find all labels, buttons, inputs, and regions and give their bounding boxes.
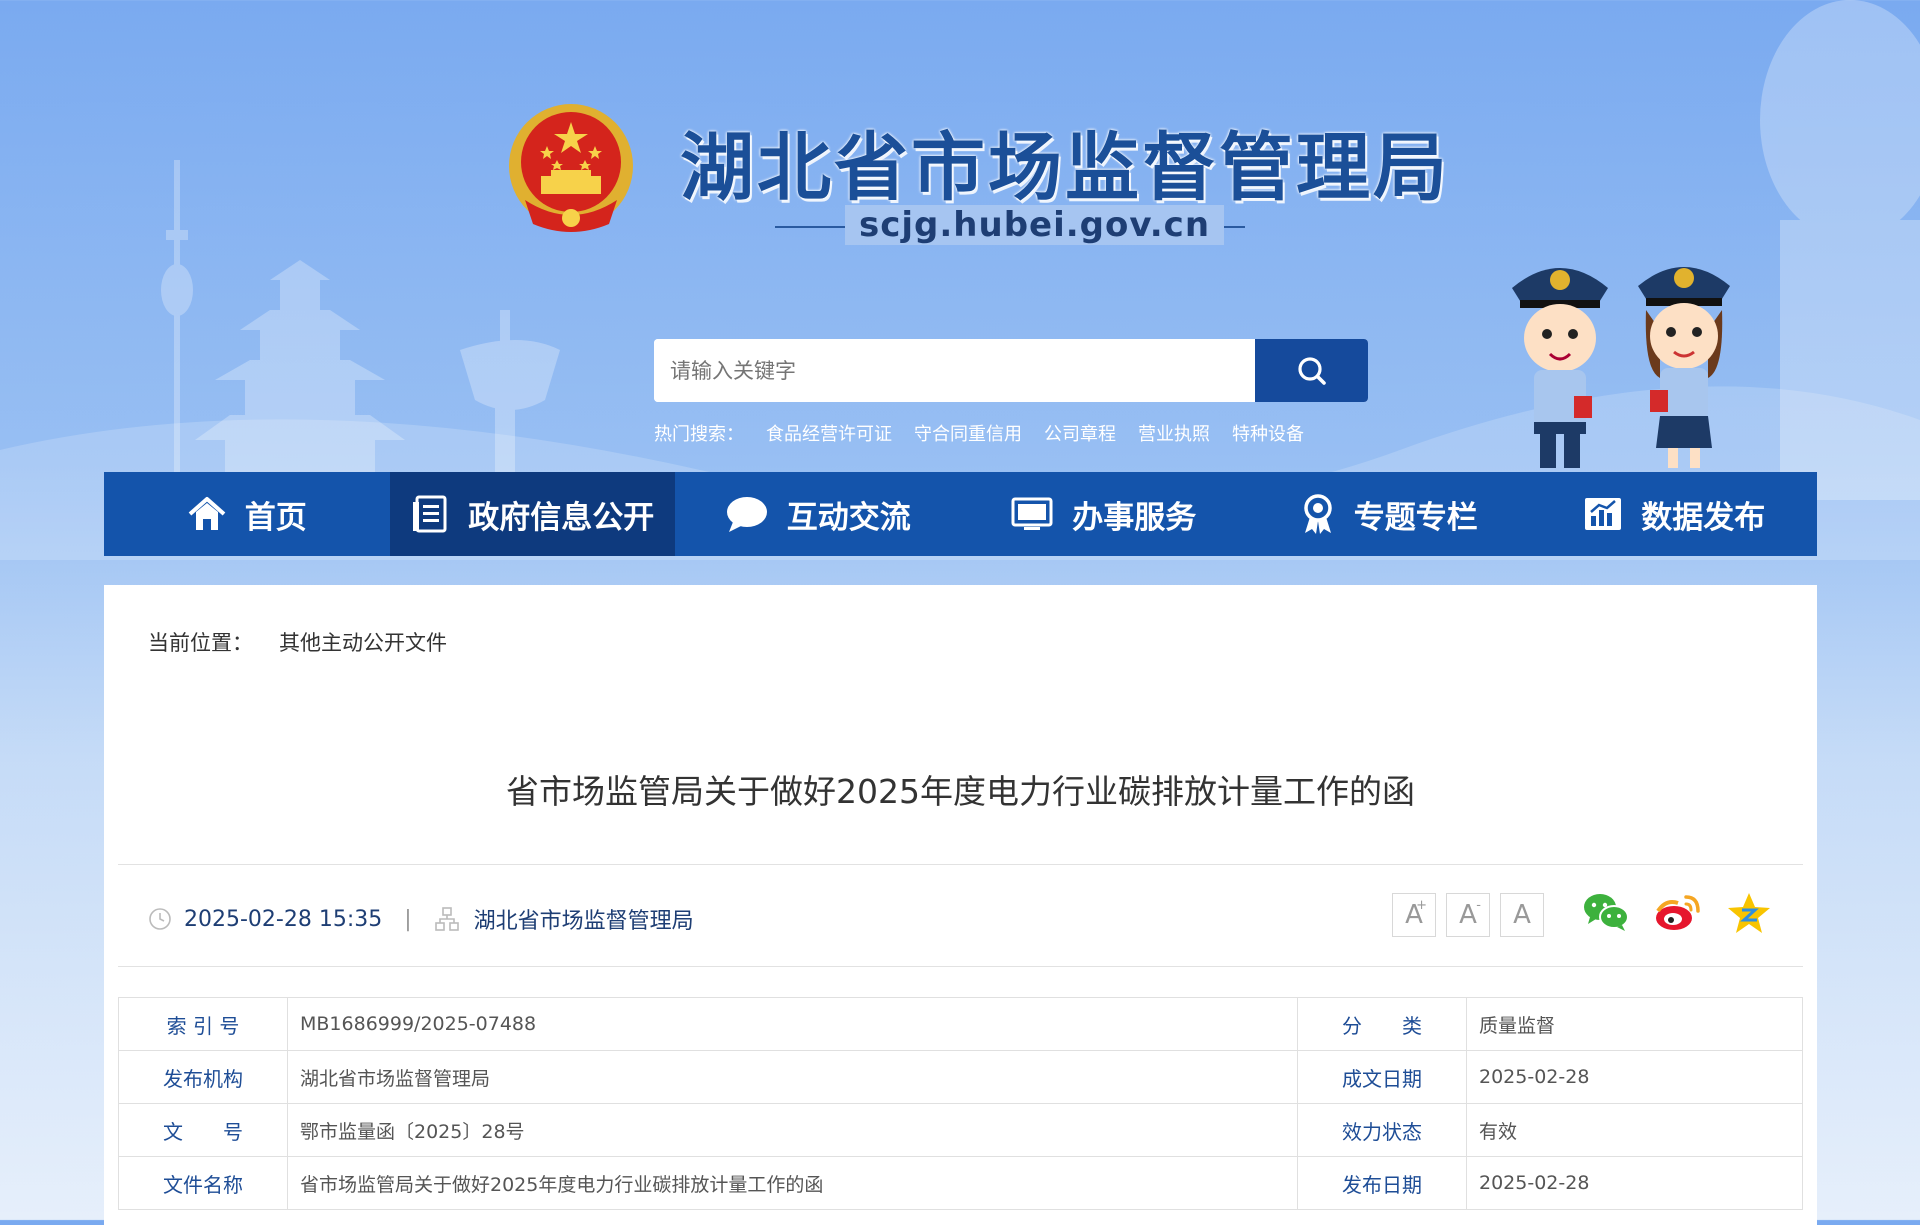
font-smaller-glyph: A: [1459, 900, 1477, 930]
font-larger-mark: +: [1416, 898, 1427, 913]
home-icon: [188, 497, 226, 530]
table-row: 文件名称 省市场监管局关于做好2025年度电力行业碳排放计量工作的函 发布日期 …: [118, 1156, 1803, 1210]
info-label: 发布机构: [118, 1050, 288, 1104]
breadcrumb: 当前位置： 其他主动公开文件: [148, 627, 447, 657]
info-value: MB1686999/2025-07488: [287, 997, 1298, 1051]
breadcrumb-label: 当前位置：: [148, 631, 253, 655]
hot-search-link[interactable]: 公司章程: [1044, 420, 1116, 446]
table-row: 文 号 鄂市监量函〔2025〕28号 效力状态 有效: [118, 1103, 1803, 1157]
award-icon: [1304, 494, 1332, 534]
search-box: [654, 339, 1368, 402]
share-tools: [1582, 891, 1772, 939]
hot-search-link[interactable]: 特种设备: [1232, 420, 1304, 446]
meta-separator: |: [404, 906, 412, 932]
main-nav: 首页 政府信息公开 互动交流 办事服务 专题专栏 数据发布: [104, 472, 1817, 556]
nav-item-label: 首页: [244, 499, 307, 536]
table-row: 索 引 号 MB1686999/2025-07488 分 类 质量监督: [118, 997, 1803, 1051]
info-value: 2025-02-28: [1466, 1156, 1803, 1210]
hot-search: 热门搜索： 食品经营许可证 守合同重信用 公司章程 营业执照 特种设备: [654, 420, 1304, 446]
nav-item-label: 政府信息公开: [468, 499, 655, 536]
hot-search-label: 热门搜索：: [654, 424, 744, 445]
weibo-icon: [1656, 895, 1700, 930]
publish-source: 湖北省市场监督管理局: [473, 909, 694, 934]
nav-item-label: 专题专栏: [1353, 499, 1478, 536]
site-domain-text: scjg.hubei.gov.cn: [845, 205, 1225, 245]
info-label: 成文日期: [1297, 1050, 1467, 1104]
info-label: 分 类: [1297, 997, 1467, 1051]
nav-item-services[interactable]: 办事服务: [961, 472, 1247, 556]
publish-date: 2025-02-28 15:35: [184, 906, 383, 932]
table-row: 发布机构 湖北省市场监督管理局 成文日期 2025-02-28: [118, 1050, 1803, 1104]
info-label: 文 号: [118, 1103, 288, 1157]
nav-item-home[interactable]: 首页: [104, 472, 390, 556]
font-reset-button[interactable]: A: [1500, 893, 1544, 937]
title-divider: [118, 864, 1803, 865]
qzone-icon: [1728, 893, 1770, 933]
mascot-officer-female: [1638, 267, 1730, 468]
nav-item-label: 互动交流: [786, 499, 911, 536]
info-value: 有效: [1466, 1103, 1803, 1157]
article-title: 省市场监管局关于做好2025年度电力行业碳排放计量工作的函: [506, 772, 1415, 811]
info-value: 2025-02-28: [1466, 1050, 1803, 1104]
font-smaller-mark: -: [1476, 898, 1481, 913]
share-wechat-button[interactable]: [1582, 891, 1630, 939]
share-qzone-button[interactable]: [1726, 891, 1772, 939]
nav-item-interaction[interactable]: 互动交流: [675, 472, 961, 556]
font-size-tools: A + A- A: [1392, 893, 1544, 937]
info-value: 湖北省市场监督管理局: [287, 1050, 1298, 1104]
font-smaller-button[interactable]: A-: [1446, 893, 1490, 937]
search-input[interactable]: [654, 339, 1255, 402]
search-icon: [1297, 356, 1326, 385]
search-button[interactable]: [1255, 339, 1368, 402]
meta-divider: [118, 966, 1803, 967]
hot-search-link[interactable]: 营业执照: [1138, 420, 1210, 446]
share-weibo-button[interactable]: [1654, 891, 1702, 939]
info-label: 索 引 号: [118, 997, 288, 1051]
monitor-icon: [1011, 497, 1053, 530]
document-icon: [413, 495, 447, 533]
info-label: 发布日期: [1297, 1156, 1467, 1210]
organization-icon: [434, 907, 459, 931]
hot-search-link[interactable]: 守合同重信用: [914, 420, 1022, 446]
info-label: 文件名称: [118, 1156, 288, 1210]
info-value: 质量监督: [1466, 997, 1803, 1051]
mascot-officer-male: [1512, 268, 1608, 468]
wechat-icon: [1584, 894, 1629, 931]
nav-item-government-info[interactable]: 政府信息公开: [389, 472, 675, 556]
nav-item-data-release[interactable]: 数据发布: [1532, 472, 1818, 556]
document-info-table: 索 引 号 MB1686999/2025-07488 分 类 质量监督 发布机构…: [118, 997, 1803, 1210]
breadcrumb-link[interactable]: 其他主动公开文件: [279, 627, 447, 657]
chat-bubble-icon: [726, 497, 767, 532]
article-meta: 2025-02-28 15:35 | 湖北省市场监督管理局: [148, 903, 694, 935]
info-label: 效力状态: [1297, 1103, 1467, 1157]
site-title: 湖北省市场监督管理局: [680, 125, 1450, 211]
font-reset-glyph: A: [1513, 900, 1531, 930]
info-value: 省市场监管局关于做好2025年度电力行业碳排放计量工作的函: [287, 1156, 1298, 1210]
nav-item-label: 数据发布: [1641, 499, 1766, 536]
clock-icon: [149, 908, 171, 930]
hot-search-link[interactable]: 食品经营许可证: [766, 420, 892, 446]
nav-item-special-topics[interactable]: 专题专栏: [1246, 472, 1532, 556]
bar-chart-icon: [1585, 498, 1622, 530]
font-larger-button[interactable]: A +: [1392, 893, 1436, 937]
info-value: 鄂市监量函〔2025〕28号: [287, 1103, 1298, 1157]
article-panel: 当前位置： 其他主动公开文件 省市场监管局关于做好2025年度电力行业碳排放计量…: [104, 585, 1817, 1225]
national-emblem-logo: [509, 104, 633, 232]
site-domain: scjg.hubei.gov.cn: [845, 205, 1225, 245]
nav-item-label: 办事服务: [1072, 499, 1197, 536]
